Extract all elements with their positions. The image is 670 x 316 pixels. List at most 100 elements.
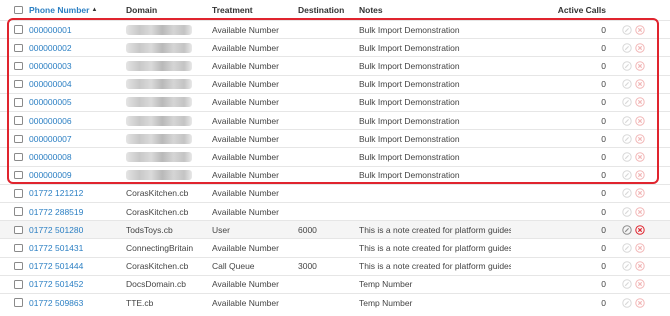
domain-cell: ConnectingBritain	[126, 242, 194, 253]
notes-cell: Bulk Import Demonstration	[359, 115, 460, 126]
table-row: 000000003 Available Number Bulk Import Dem…	[0, 56, 670, 74]
delete-icon[interactable]	[635, 243, 645, 253]
row-checkbox[interactable]	[14, 207, 23, 216]
row-checkbox[interactable]	[14, 134, 23, 144]
row-checkbox[interactable]	[14, 116, 23, 125]
delete-icon[interactable]	[635, 188, 645, 199]
phone-number-link[interactable]: 01772 501280	[29, 221, 121, 238]
phone-number-link[interactable]: 000000004	[29, 76, 121, 93]
active-calls-cell: 0	[601, 224, 606, 235]
row-checkbox[interactable]	[14, 25, 23, 34]
phone-number-link[interactable]: 000000009	[29, 167, 121, 184]
phone-number-link[interactable]: 01772 288519	[29, 203, 121, 220]
table-row: 000000004 Available Number Bulk Import Dem…	[0, 74, 670, 93]
row-checkbox[interactable]	[14, 79, 23, 89]
table-row: 01772 501431 ConnectingBritain Available N…	[0, 238, 670, 256]
edit-icon[interactable]	[622, 79, 632, 89]
row-select-cell	[14, 148, 24, 165]
edit-icon[interactable]	[622, 297, 632, 308]
domain-cell: CorasKitchen.cb	[126, 206, 189, 217]
phone-number-link[interactable]: 01772 121212	[29, 185, 121, 202]
select-all-cell	[14, 0, 24, 20]
row-select-cell	[14, 276, 24, 293]
row-checkbox[interactable]	[14, 243, 23, 253]
header-notes[interactable]: Notes	[359, 0, 511, 20]
edit-icon[interactable]	[622, 188, 632, 199]
phone-number-link[interactable]: 01772 509863	[29, 294, 121, 311]
row-checkbox[interactable]	[14, 225, 23, 235]
delete-icon[interactable]	[635, 152, 645, 162]
header-destination[interactable]: Destination	[298, 0, 356, 20]
delete-icon[interactable]	[635, 297, 645, 308]
phone-number-link[interactable]: 000000006	[29, 112, 121, 129]
phone-number-link[interactable]: 000000002	[29, 39, 121, 56]
edit-icon[interactable]	[622, 225, 632, 235]
delete-icon[interactable]	[635, 134, 645, 144]
table-row: 000000001 Available Number Bulk Import Dem…	[0, 20, 670, 38]
destination-cell	[298, 130, 356, 147]
table-row: 000000006 Available Number Bulk Import Dem…	[0, 111, 670, 129]
phone-number-link[interactable]: 01772 501452	[29, 276, 121, 293]
delete-icon[interactable]	[635, 61, 645, 71]
row-select-cell	[14, 21, 24, 38]
edit-icon[interactable]	[622, 115, 632, 126]
row-checkbox[interactable]	[14, 43, 23, 53]
edit-icon[interactable]	[622, 134, 632, 144]
header-domain[interactable]: Domain	[126, 0, 210, 20]
delete-icon[interactable]	[635, 79, 645, 89]
edit-icon[interactable]	[622, 61, 632, 71]
delete-icon[interactable]	[635, 43, 645, 53]
row-checkbox[interactable]	[14, 170, 23, 180]
treatment-cell: Available Number	[212, 297, 279, 308]
table-row: 000000007 Available Number Bulk Import Dem…	[0, 129, 670, 147]
edit-icon[interactable]	[622, 152, 632, 162]
delete-icon[interactable]	[635, 206, 645, 217]
phone-number-link[interactable]: 01772 501444	[29, 258, 121, 275]
delete-icon[interactable]	[635, 97, 645, 108]
phone-number-link[interactable]: 000000007	[29, 130, 121, 147]
phone-number-link[interactable]: 000000001	[29, 21, 121, 38]
edit-icon[interactable]	[622, 279, 632, 290]
treatment-cell: Available Number	[212, 133, 279, 144]
edit-icon[interactable]	[622, 97, 632, 108]
blurred-domain	[126, 115, 192, 126]
edit-icon[interactable]	[622, 170, 632, 180]
row-checkbox[interactable]	[14, 152, 23, 162]
edit-icon[interactable]	[622, 206, 632, 217]
blurred-domain	[126, 151, 192, 162]
delete-icon[interactable]	[635, 170, 645, 180]
delete-icon[interactable]	[635, 115, 645, 126]
delete-icon[interactable]	[635, 279, 645, 290]
destination-cell: 6000	[298, 224, 317, 235]
active-calls-cell: 0	[601, 297, 606, 308]
phone-number-link[interactable]: 01772 501431	[29, 239, 121, 256]
header-active-calls[interactable]: Active Calls	[520, 0, 606, 20]
phone-number-link[interactable]: 000000008	[29, 148, 121, 165]
row-checkbox[interactable]	[14, 98, 23, 107]
delete-icon[interactable]	[635, 261, 645, 271]
destination-cell	[298, 203, 356, 220]
row-checkbox[interactable]	[14, 189, 23, 198]
blurred-domain	[126, 24, 192, 35]
notes-cell	[359, 203, 511, 220]
row-checkbox[interactable]	[14, 261, 23, 271]
edit-icon[interactable]	[622, 43, 632, 53]
edit-icon[interactable]	[622, 24, 632, 35]
edit-icon[interactable]	[622, 243, 632, 253]
edit-icon[interactable]	[622, 261, 632, 271]
select-all-checkbox[interactable]	[14, 5, 23, 15]
header-treatment[interactable]: Treatment	[212, 0, 296, 20]
phone-number-link[interactable]: 000000005	[29, 94, 121, 111]
phone-number-link[interactable]: 000000003	[29, 57, 121, 74]
row-actions	[622, 276, 652, 293]
row-select-cell	[14, 239, 24, 256]
row-select-cell	[14, 76, 24, 93]
header-phone-number[interactable]: Phone Number ▲	[29, 0, 121, 20]
row-checkbox[interactable]	[14, 61, 23, 71]
delete-icon[interactable]	[635, 225, 645, 235]
delete-icon[interactable]	[635, 24, 645, 35]
row-checkbox[interactable]	[14, 280, 23, 289]
treatment-cell: Available Number	[212, 42, 279, 53]
row-checkbox[interactable]	[14, 298, 23, 307]
table-row: 01772 501452 DocsDomain.cb Available Numbe…	[0, 274, 670, 293]
